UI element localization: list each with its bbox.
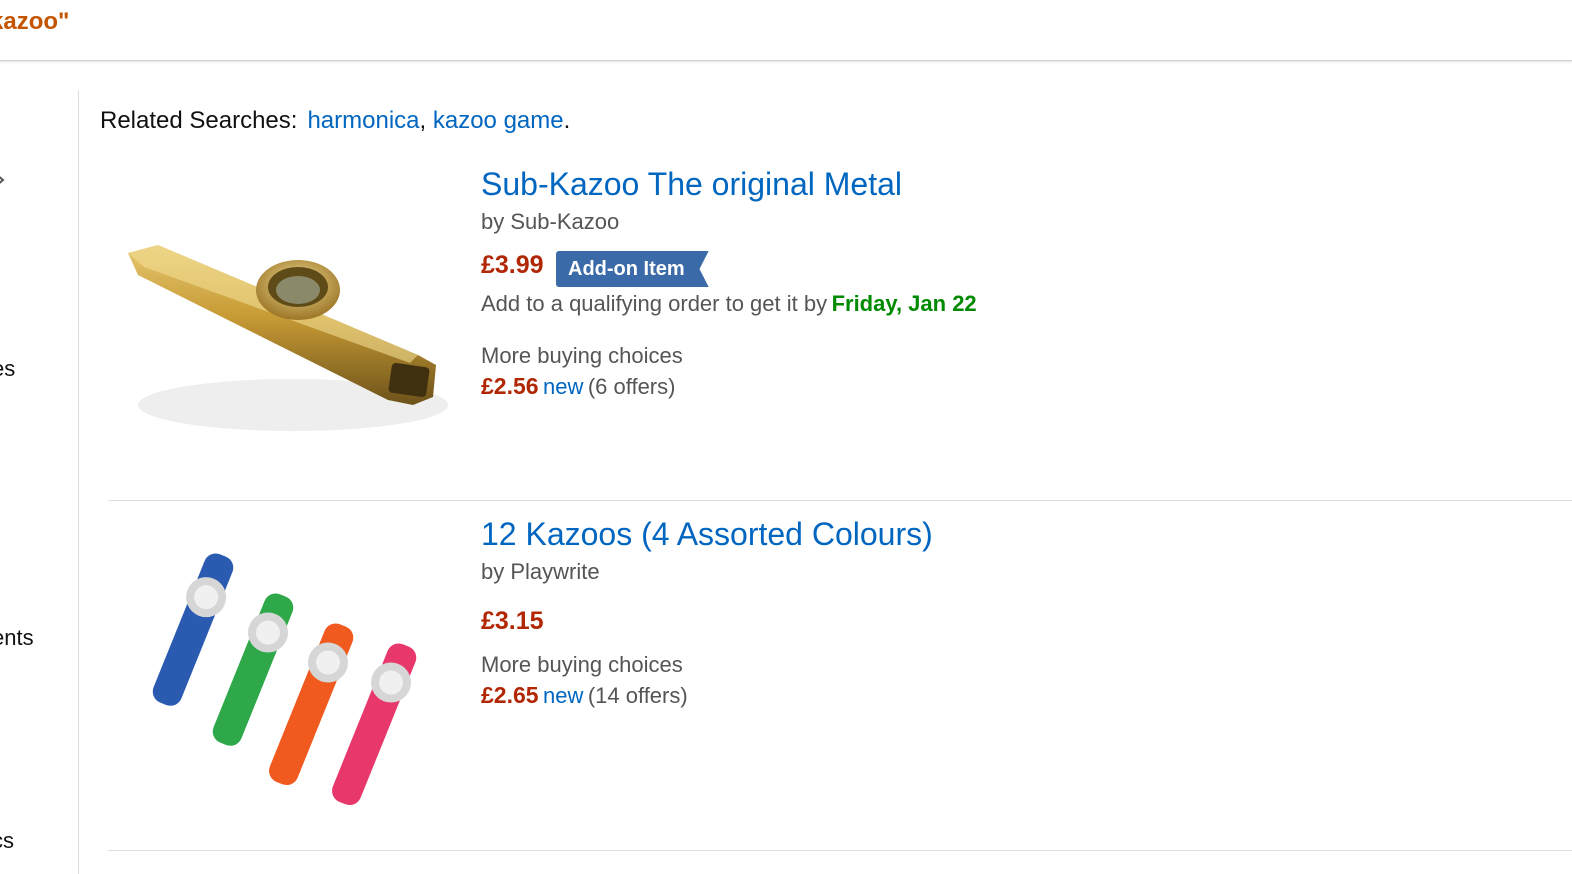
offer-count: (14 offers) [587,683,688,708]
sidebar-item-fragment[interactable]: cs [0,828,14,854]
related-link-harmonica[interactable]: harmonica [307,107,419,134]
sidebar-divider [78,90,79,874]
offer-new-link[interactable]: new [543,683,583,708]
product-byline: by Sub-Kazoo [481,209,620,234]
gold-kazoo-image[interactable] [118,205,448,445]
more-buying-choices-label: More buying choices [481,652,683,677]
related-searches: Related Searches: harmonica, kazoo game. [100,107,570,135]
result-item: Sub-Kazoo The original Metal by Sub-Kazo… [108,165,1572,495]
delivery-date: Friday, Jan 22 [831,291,977,316]
offer-price[interactable]: £2.56 [481,373,539,399]
delivery-text: Add to a qualifying order to get it by [481,291,828,316]
search-header: kazoo" [0,0,1572,61]
result-item: 12 Kazoos (4 Assorted Colours) by Playwr… [108,515,1572,845]
offer-count: (6 offers) [587,374,676,399]
related-searches-label: Related Searches: [100,107,298,134]
sidebar-item-fragment[interactable]: ents [0,625,34,651]
result-info: Sub-Kazoo The original Metal by Sub-Kazo… [481,165,977,400]
chevron-right-icon[interactable] [0,172,8,188]
related-terminator: . [563,107,571,134]
add-on-badge: Add-on Item [556,251,709,287]
more-buying-choices-label: More buying choices [481,343,683,368]
related-link-kazoo-game[interactable]: kazoo game [433,107,564,134]
product-byline: by Playwrite [481,559,600,584]
product-price[interactable]: £3.99 [481,251,544,279]
search-query-text: kazoo" [0,8,70,35]
result-info: 12 Kazoos (4 Assorted Colours) by Playwr… [481,515,933,709]
result-divider [108,500,1572,501]
search-results-page: kazoo" es ents cs Related Searches: harmo… [0,0,1572,874]
product-title-link[interactable]: Sub-Kazoo The original Metal [481,165,977,203]
offer-price[interactable]: £2.65 [481,682,539,708]
result-divider [108,850,1572,851]
sidebar-item-fragment[interactable]: es [0,356,15,382]
coloured-kazoos-image[interactable] [118,545,448,815]
product-price[interactable]: £3.15 [481,607,544,635]
related-separator: , [419,107,427,134]
product-title-link[interactable]: 12 Kazoos (4 Assorted Colours) [481,515,933,553]
offer-new-link[interactable]: new [543,374,583,399]
